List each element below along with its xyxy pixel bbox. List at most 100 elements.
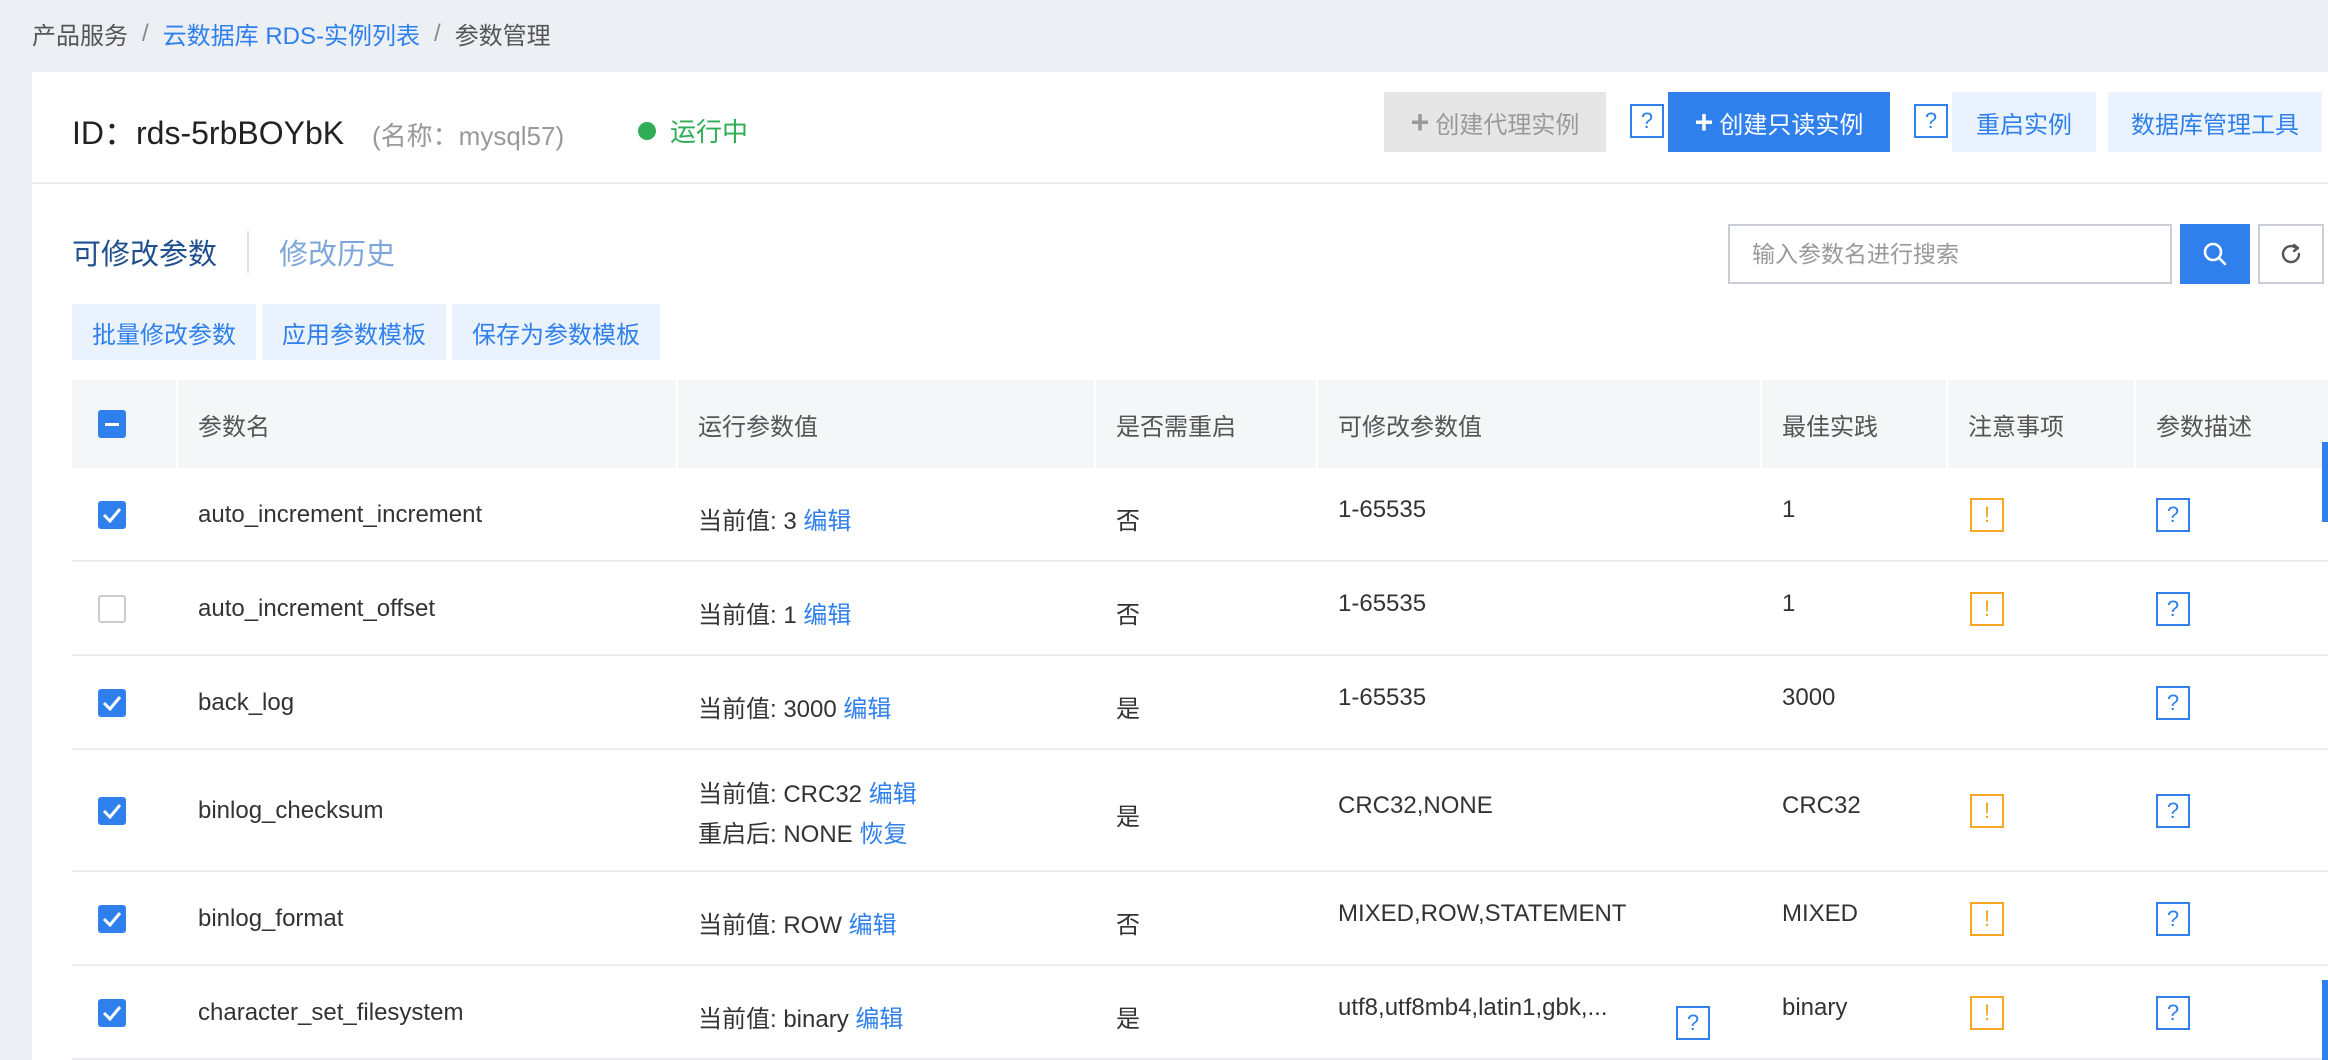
range-value: 1-65535 bbox=[1338, 684, 1427, 711]
range-help-icon[interactable]: ? bbox=[1676, 1006, 1710, 1040]
check-icon bbox=[102, 912, 122, 927]
edit-link[interactable]: 编辑 bbox=[803, 508, 851, 535]
status-dot-icon bbox=[638, 121, 656, 140]
create-proxy-instance-button[interactable]: + 创建代理实例 bbox=[1384, 92, 1606, 152]
restore-link[interactable]: 恢复 bbox=[859, 821, 907, 848]
notes-warning-icon[interactable]: ! bbox=[1970, 902, 2004, 936]
param-name: auto_increment_offset bbox=[198, 595, 436, 622]
tab-modify-history[interactable]: 修改历史 bbox=[247, 231, 425, 273]
readonly-help-icon[interactable]: ? bbox=[1914, 104, 1948, 138]
running-value: 当前值: 3 编辑 bbox=[698, 501, 851, 536]
row-checkbox[interactable] bbox=[98, 905, 126, 933]
column-header-running: 运行参数值 bbox=[698, 413, 818, 441]
notes-warning-icon[interactable]: ! bbox=[1970, 794, 2004, 828]
instance-name: (名称：mysql57) bbox=[372, 121, 565, 151]
save-as-template-button[interactable]: 保存为参数模板 bbox=[452, 304, 660, 360]
status-text: 运行中 bbox=[670, 117, 749, 147]
edit-link[interactable]: 编辑 bbox=[843, 696, 891, 723]
tab-editable-params[interactable]: 可修改参数 bbox=[72, 231, 247, 273]
search-input[interactable] bbox=[1728, 224, 2172, 284]
breadcrumb-separator: / bbox=[434, 19, 441, 47]
table-row: auto_increment_increment 当前值: 3 编辑 否 1-6… bbox=[72, 468, 2328, 562]
restart-required: 是 bbox=[1116, 696, 1140, 723]
range-value: 1-65535 bbox=[1338, 496, 1427, 523]
restart-required: 否 bbox=[1116, 602, 1140, 629]
current-value: 当前值: CRC32 bbox=[698, 781, 863, 808]
notes-warning-icon[interactable]: ! bbox=[1970, 996, 2004, 1030]
current-value: 当前值: 3000 bbox=[698, 696, 837, 723]
batch-modify-button[interactable]: 批量修改参数 bbox=[72, 304, 256, 360]
instance-id: ID：rds-5rbBOYbK bbox=[72, 115, 345, 151]
description-help-icon[interactable]: ? bbox=[2156, 794, 2190, 828]
restart-required: 否 bbox=[1116, 912, 1140, 939]
plus-icon: + bbox=[1410, 104, 1430, 140]
column-divider bbox=[1316, 380, 1318, 468]
column-header-restart: 是否需重启 bbox=[1116, 413, 1236, 441]
column-divider bbox=[1094, 380, 1096, 468]
row-checkbox[interactable] bbox=[98, 595, 126, 623]
range-value: 1-65535 bbox=[1338, 590, 1427, 617]
params-table: 参数名 运行参数值 是否需重启 可修改参数值 最佳实践 注意事项 参数描述 au… bbox=[72, 380, 2328, 1060]
refresh-icon bbox=[2281, 243, 2301, 264]
check-icon bbox=[102, 508, 122, 523]
create-readonly-instance-button[interactable]: + 创建只读实例 bbox=[1668, 92, 1890, 152]
column-divider bbox=[1946, 380, 1948, 468]
search-button[interactable] bbox=[2180, 224, 2250, 284]
proxy-help-icon[interactable]: ? bbox=[1630, 104, 1664, 138]
notes-warning-icon[interactable]: ! bbox=[1970, 498, 2004, 532]
param-name: character_set_filesystem bbox=[198, 999, 464, 1026]
refresh-button[interactable] bbox=[2258, 224, 2324, 284]
table-row: auto_increment_offset 当前值: 1 编辑 否 1-6553… bbox=[72, 562, 2328, 656]
scroll-indicator[interactable] bbox=[2322, 442, 2328, 522]
running-value: 当前值: CRC32 编辑 bbox=[698, 774, 917, 809]
notes-warning-icon[interactable]: ! bbox=[1970, 592, 2004, 626]
apply-template-button[interactable]: 应用参数模板 bbox=[262, 304, 446, 360]
current-value: 当前值: binary bbox=[698, 1006, 849, 1033]
column-divider bbox=[2134, 380, 2136, 468]
table-header: 参数名 运行参数值 是否需重启 可修改参数值 最佳实践 注意事项 参数描述 bbox=[72, 380, 2328, 468]
select-all-checkbox[interactable] bbox=[98, 410, 126, 438]
running-value: 当前值: ROW 编辑 bbox=[698, 905, 897, 940]
scroll-indicator[interactable] bbox=[2322, 980, 2328, 1060]
param-name: binlog_format bbox=[198, 905, 344, 932]
table-row: character_set_filesystem 当前值: binary 编辑 … bbox=[72, 966, 2328, 1060]
table-row: back_log 当前值: 3000 编辑 是 1-65535 3000 ? bbox=[72, 656, 2328, 750]
breadcrumb-products[interactable]: 产品服务 bbox=[32, 16, 128, 51]
row-checkbox[interactable] bbox=[98, 689, 126, 717]
after-restart-text: 重启后: NONE bbox=[698, 821, 853, 848]
description-help-icon[interactable]: ? bbox=[2156, 592, 2190, 626]
check-icon bbox=[102, 1006, 122, 1021]
best-practice: 1 bbox=[1782, 496, 1796, 523]
description-help-icon[interactable]: ? bbox=[2156, 498, 2190, 532]
param-tabs: 可修改参数 修改历史 bbox=[72, 222, 425, 282]
running-value: 当前值: 1 编辑 bbox=[698, 595, 851, 630]
restart-required: 是 bbox=[1116, 804, 1140, 831]
param-actions: 批量修改参数 应用参数模板 保存为参数模板 bbox=[72, 304, 660, 360]
description-help-icon[interactable]: ? bbox=[2156, 996, 2190, 1030]
edit-link[interactable]: 编辑 bbox=[869, 781, 917, 808]
running-value: 当前值: 3000 编辑 bbox=[698, 689, 891, 724]
table-row: binlog_checksum 当前值: CRC32 编辑 重启后: NONE … bbox=[72, 750, 2328, 872]
row-checkbox[interactable] bbox=[98, 999, 126, 1027]
create-readonly-instance-label: 创建只读实例 bbox=[1719, 111, 1864, 139]
column-header-desc: 参数描述 bbox=[2156, 413, 2252, 441]
row-checkbox[interactable] bbox=[98, 797, 126, 825]
range-value: utf8,utf8mb4,latin1,gbk,... bbox=[1338, 994, 1608, 1021]
column-header-name: 参数名 bbox=[198, 413, 270, 441]
restart-instance-button[interactable]: 重启实例 bbox=[1952, 92, 2096, 152]
edit-link[interactable]: 编辑 bbox=[855, 1006, 903, 1033]
restart-required: 否 bbox=[1116, 508, 1140, 535]
breadcrumb-rds-instances[interactable]: 云数据库 RDS-实例列表 bbox=[163, 16, 420, 51]
best-practice: binary bbox=[1782, 994, 1848, 1021]
status-badge: 运行中 bbox=[638, 112, 748, 149]
best-practice: CRC32 bbox=[1782, 792, 1861, 819]
edit-link[interactable]: 编辑 bbox=[803, 602, 851, 629]
edit-link[interactable]: 编辑 bbox=[849, 912, 897, 939]
db-management-tool-button[interactable]: 数据库管理工具 bbox=[2108, 92, 2322, 152]
check-icon bbox=[102, 804, 122, 819]
description-help-icon[interactable]: ? bbox=[2156, 902, 2190, 936]
column-header-notes: 注意事项 bbox=[1968, 413, 2064, 441]
row-checkbox[interactable] bbox=[98, 501, 126, 529]
description-help-icon[interactable]: ? bbox=[2156, 686, 2190, 720]
best-practice: 3000 bbox=[1782, 684, 1836, 711]
